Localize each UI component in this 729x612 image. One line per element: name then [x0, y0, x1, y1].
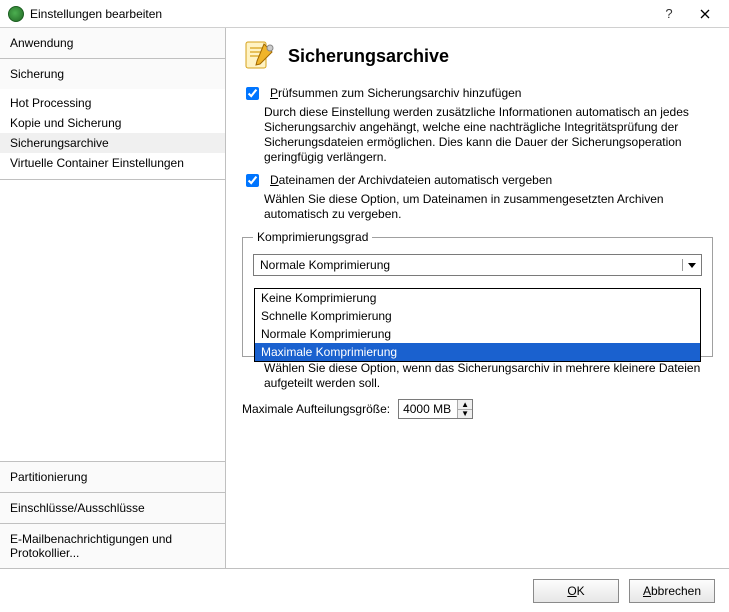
- page-title: Sicherungsarchive: [288, 46, 449, 67]
- split-desc: Wählen Sie diese Option, wenn das Sicher…: [264, 361, 713, 391]
- compression-combo-value: Normale Komprimierung: [260, 258, 390, 272]
- spinner-up-button[interactable]: ▲: [458, 400, 472, 409]
- sidebar-item-kopie-und-sicherung[interactable]: Kopie und Sicherung: [0, 113, 225, 133]
- app-icon: [8, 6, 24, 22]
- sidebar-item-partitionierung[interactable]: Partitionierung: [0, 461, 225, 492]
- sidebar-item-hot-processing[interactable]: Hot Processing: [0, 93, 225, 113]
- cancel-button[interactable]: Abbrechen: [629, 579, 715, 603]
- checksum-checkbox[interactable]: [246, 87, 259, 100]
- compression-option-max[interactable]: Maximale Komprimierung: [255, 343, 700, 361]
- compression-combo[interactable]: Normale Komprimierung: [253, 254, 702, 276]
- ok-button[interactable]: OK: [533, 579, 619, 603]
- tools-icon: [242, 38, 278, 74]
- split-size-input[interactable]: [399, 400, 457, 418]
- button-bar: OK Abbrechen: [0, 568, 729, 612]
- compression-dropdown[interactable]: Keine Komprimierung Schnelle Komprimieru…: [254, 288, 701, 362]
- sidebar: Anwendung Sicherung Hot Processing Kopie…: [0, 28, 226, 568]
- compression-option-none[interactable]: Keine Komprimierung: [255, 289, 700, 307]
- split-size-label: Maximale Aufteilungsgröße:: [242, 402, 390, 416]
- compression-option-fast[interactable]: Schnelle Komprimierung: [255, 307, 700, 325]
- content-pane: Sicherungsarchive Prüfsummen zum Sicheru…: [226, 28, 729, 568]
- checksum-desc: Durch diese Einstellung werden zusätzlic…: [264, 105, 713, 165]
- chevron-down-icon: [688, 263, 696, 268]
- spinner-down-button[interactable]: ▼: [458, 409, 472, 418]
- sidebar-section-sicherung: Sicherung Hot Processing Kopie und Siche…: [0, 59, 225, 180]
- autoname-desc: Wählen Sie diese Option, um Dateinamen i…: [264, 192, 713, 222]
- sidebar-item-einschluesse[interactable]: Einschlüsse/Ausschlüsse: [0, 492, 225, 523]
- autoname-label[interactable]: Dateinamen der Archivdateien automatisch…: [270, 173, 552, 190]
- compression-legend: Komprimierungsgrad: [253, 230, 372, 244]
- sidebar-section-anwendung[interactable]: Anwendung: [0, 28, 225, 59]
- window-title: Einstellungen bearbeiten: [30, 7, 651, 21]
- compression-option-normal[interactable]: Normale Komprimierung: [255, 325, 700, 343]
- close-button[interactable]: [687, 2, 723, 26]
- autoname-checkbox[interactable]: [246, 174, 259, 187]
- titlebar: Einstellungen bearbeiten ?: [0, 0, 729, 28]
- checksum-label[interactable]: Prüfsummen zum Sicherungsarchiv hinzufüg…: [270, 86, 521, 103]
- sidebar-item-email-protokoll[interactable]: E-Mailbenachrichtigungen und Protokollie…: [0, 523, 225, 568]
- split-size-spinner[interactable]: ▲ ▼: [398, 399, 473, 419]
- sidebar-item-sicherungsarchive[interactable]: Sicherungsarchive: [0, 133, 225, 153]
- sidebar-item-virtuelle-container[interactable]: Virtuelle Container Einstellungen: [0, 153, 225, 173]
- sidebar-header-anwendung[interactable]: Anwendung: [0, 28, 225, 58]
- help-button[interactable]: ?: [651, 2, 687, 26]
- compression-group: Komprimierungsgrad Normale Komprimierung…: [242, 230, 713, 357]
- sidebar-header-sicherung[interactable]: Sicherung: [0, 59, 225, 89]
